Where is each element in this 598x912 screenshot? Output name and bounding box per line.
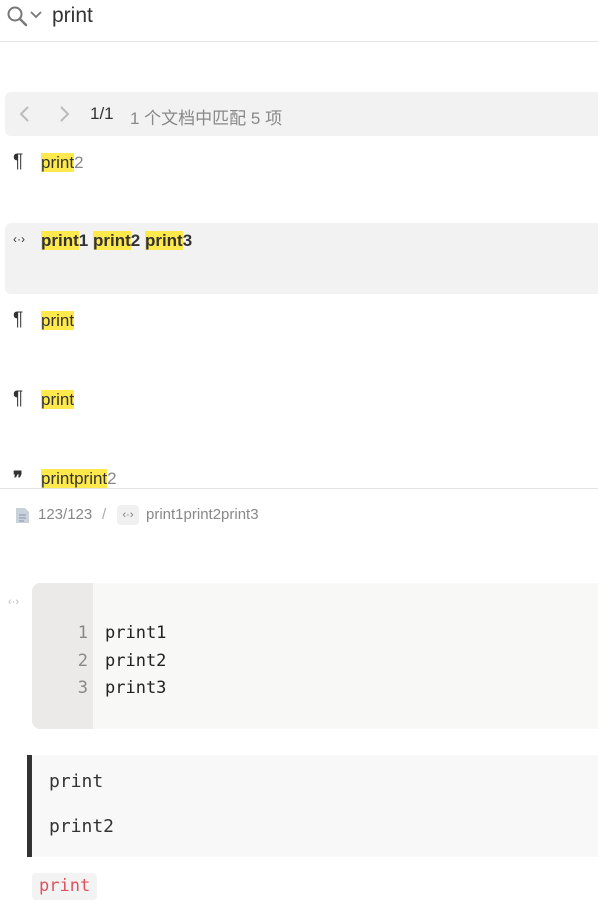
blockquote-preview[interactable]: print print2 [27,755,598,857]
quote-line: print [49,771,104,792]
match-highlight: print [41,390,75,409]
code-block-icon: ‹·› [13,232,25,246]
breadcrumb-separator: / [102,506,107,523]
line-number: 3 [77,678,88,698]
search-bar [0,0,598,42]
paragraph-icon: ¶ [13,309,24,330]
match-highlight: print [41,469,75,488]
match-highlight: print [92,231,131,250]
result-item[interactable]: ❞ printprint2 [0,466,598,488]
match-highlight: print [41,153,75,172]
chevron-down-icon[interactable] [30,10,42,20]
paragraph-icon: ¶ [13,388,24,409]
result-item-selected[interactable]: ‹·› print1 print2 print3 [5,223,598,294]
code-line: print3 [105,678,167,698]
line-number: 2 [77,651,88,671]
search-input[interactable] [52,2,582,30]
panel-divider[interactable] [0,488,598,489]
breadcrumb-block[interactable]: print1print2print3 [146,506,259,523]
code-line: print2 [105,651,167,671]
match-highlight: print [74,469,108,488]
search-icon[interactable] [6,5,28,27]
result-text: print [41,390,75,410]
blockquote-icon: ❞ [13,468,23,488]
result-item[interactable]: ¶ print2 [0,150,598,190]
result-text: print1 print2 print3 [41,231,193,250]
paragraph-icon: ¶ [13,151,24,172]
line-number: 1 [77,623,88,643]
code-block-icon: ‹·› [8,596,19,608]
document-icon [16,508,29,523]
result-item[interactable]: ¶ print [0,387,598,427]
inline-code-preview[interactable]: print [32,873,98,900]
quote-line: print2 [49,816,115,837]
match-highlight: print [144,231,183,250]
result-item[interactable]: ¶ print [0,308,598,348]
result-text: print [41,311,75,331]
results-list: ¶ print2 ‹·› print1 print2 print3 ¶ prin… [0,42,598,488]
result-text: print2 [41,153,84,172]
code-block-icon: ‹·› [117,505,139,525]
match-highlight: print [41,311,75,330]
match-highlight: print [41,231,79,250]
result-text: printprint2 [41,469,117,488]
code-line: print1 [105,623,167,643]
code-block-preview[interactable]: 1 print1 2 print2 3 print3 [32,583,598,729]
breadcrumb-document[interactable]: 123/123 [38,506,92,523]
